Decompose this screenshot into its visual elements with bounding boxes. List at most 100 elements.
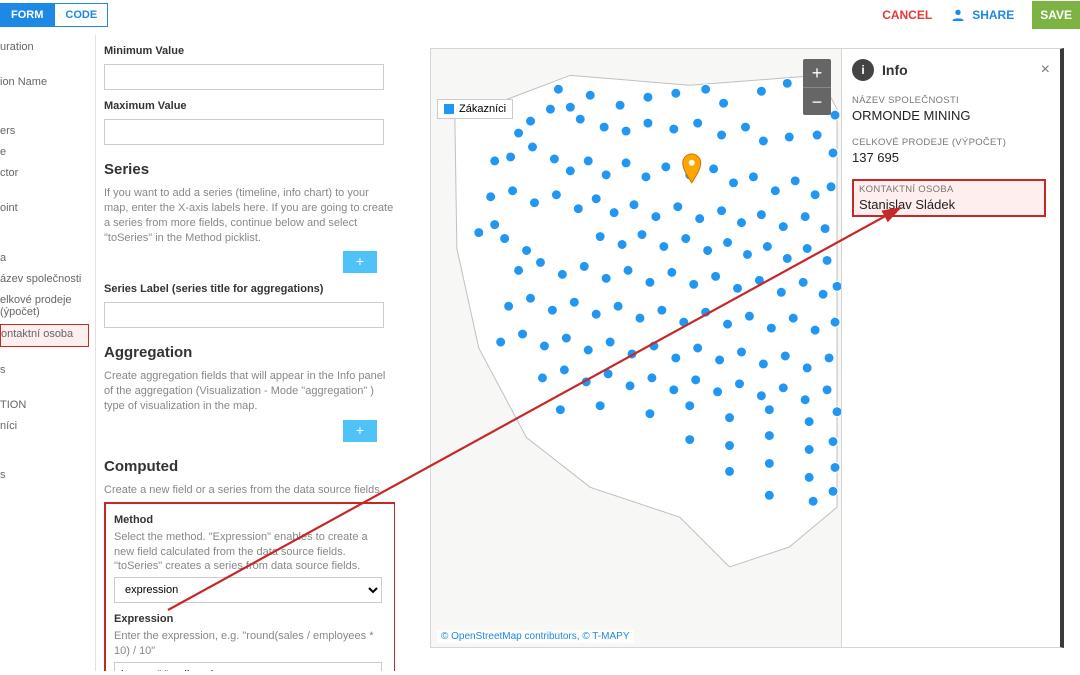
map-point[interactable] — [645, 277, 655, 287]
map-point[interactable] — [561, 333, 571, 343]
map-point[interactable] — [812, 130, 822, 140]
map-point[interactable] — [669, 385, 679, 395]
map-point[interactable] — [603, 369, 613, 379]
map-point[interactable] — [625, 381, 635, 391]
map-point[interactable] — [770, 186, 780, 196]
map-point[interactable] — [742, 249, 752, 259]
map-point[interactable] — [701, 307, 711, 317]
map-point[interactable] — [758, 359, 768, 369]
map-point[interactable] — [605, 337, 615, 347]
map-point[interactable] — [518, 329, 528, 339]
share-button[interactable]: SHARE — [950, 7, 1014, 23]
map-point[interactable] — [808, 496, 818, 506]
map-point[interactable] — [729, 178, 739, 188]
map-point[interactable] — [595, 401, 605, 411]
map-point[interactable] — [723, 238, 733, 248]
map-point[interactable] — [496, 337, 506, 347]
map-point[interactable] — [780, 351, 790, 361]
map-point[interactable] — [643, 118, 653, 128]
map-point[interactable] — [756, 210, 766, 220]
map-point[interactable] — [703, 246, 713, 256]
map-point[interactable] — [559, 365, 569, 375]
map-point[interactable] — [764, 490, 774, 500]
map-point[interactable] — [810, 325, 820, 335]
map-point[interactable] — [641, 172, 651, 182]
map-point[interactable] — [522, 246, 532, 256]
map-point[interactable] — [701, 84, 711, 94]
map-point[interactable] — [748, 172, 758, 182]
map-point[interactable] — [693, 343, 703, 353]
map-point[interactable] — [828, 486, 838, 496]
map-point[interactable] — [832, 281, 841, 291]
map-point[interactable] — [526, 116, 536, 126]
map-point[interactable] — [685, 401, 695, 411]
map-point[interactable] — [613, 301, 623, 311]
map-point[interactable] — [627, 349, 637, 359]
map-point[interactable] — [591, 194, 601, 204]
map-point[interactable] — [685, 435, 695, 445]
map-point[interactable] — [565, 102, 575, 112]
map-point[interactable] — [802, 244, 812, 254]
map-point[interactable] — [744, 311, 754, 321]
map-point[interactable] — [583, 345, 593, 355]
map-point[interactable] — [788, 313, 798, 323]
map-point[interactable] — [782, 78, 792, 88]
map-point[interactable] — [828, 437, 838, 447]
map-point[interactable] — [599, 122, 609, 132]
close-icon[interactable]: × — [1041, 61, 1050, 79]
map-point[interactable] — [709, 164, 719, 174]
map-point[interactable] — [695, 214, 705, 224]
map-point[interactable] — [802, 363, 812, 373]
map-point[interactable] — [667, 267, 677, 277]
map-point[interactable] — [733, 283, 743, 293]
map-point[interactable] — [629, 200, 639, 210]
cancel-button[interactable]: CANCEL — [882, 8, 932, 22]
map-point[interactable] — [553, 84, 563, 94]
map-point[interactable] — [756, 86, 766, 96]
map-point[interactable] — [717, 206, 727, 216]
map-point[interactable] — [545, 104, 555, 114]
map-point[interactable] — [735, 379, 745, 389]
map-point[interactable] — [804, 472, 814, 482]
map-point[interactable] — [756, 391, 766, 401]
zoom-out-button[interactable]: − — [803, 87, 831, 115]
map-point[interactable] — [565, 166, 575, 176]
map-point[interactable] — [514, 128, 524, 138]
add-aggregation-button[interactable]: + — [343, 420, 377, 442]
map-point[interactable] — [601, 273, 611, 283]
map[interactable]: + − Zákazníci © OpenStreetMap contributo… — [430, 48, 842, 648]
map-point[interactable] — [490, 220, 500, 230]
map-point[interactable] — [585, 90, 595, 100]
map-point[interactable] — [740, 122, 750, 132]
zoom-in-button[interactable]: + — [803, 59, 831, 87]
map-point[interactable] — [737, 347, 747, 357]
map-point[interactable] — [717, 130, 727, 140]
map-point[interactable] — [778, 222, 788, 232]
map-point[interactable] — [766, 323, 776, 333]
map-point[interactable] — [573, 204, 583, 214]
map-point[interactable] — [617, 240, 627, 250]
map-point[interactable] — [764, 458, 774, 468]
map-point[interactable] — [798, 277, 808, 287]
map-point[interactable] — [776, 287, 786, 297]
map-point[interactable] — [693, 118, 703, 128]
map-point[interactable] — [643, 92, 653, 102]
map-point[interactable] — [832, 407, 841, 417]
map-point[interactable] — [671, 88, 681, 98]
add-series-button[interactable]: + — [343, 251, 377, 273]
map-point[interactable] — [828, 148, 838, 158]
series-label-input[interactable] — [104, 302, 384, 328]
map-point[interactable] — [784, 132, 794, 142]
map-point[interactable] — [818, 289, 828, 299]
min-value-input[interactable] — [104, 64, 384, 90]
map-point[interactable] — [615, 100, 625, 110]
map-point[interactable] — [679, 317, 689, 327]
map-point[interactable] — [689, 279, 699, 289]
map-point[interactable] — [764, 431, 774, 441]
map-point[interactable] — [557, 269, 567, 279]
map-point[interactable] — [661, 162, 671, 172]
map-point[interactable] — [579, 261, 589, 271]
map-point[interactable] — [715, 355, 725, 365]
map-point[interactable] — [711, 271, 721, 281]
map-point[interactable] — [637, 230, 647, 240]
